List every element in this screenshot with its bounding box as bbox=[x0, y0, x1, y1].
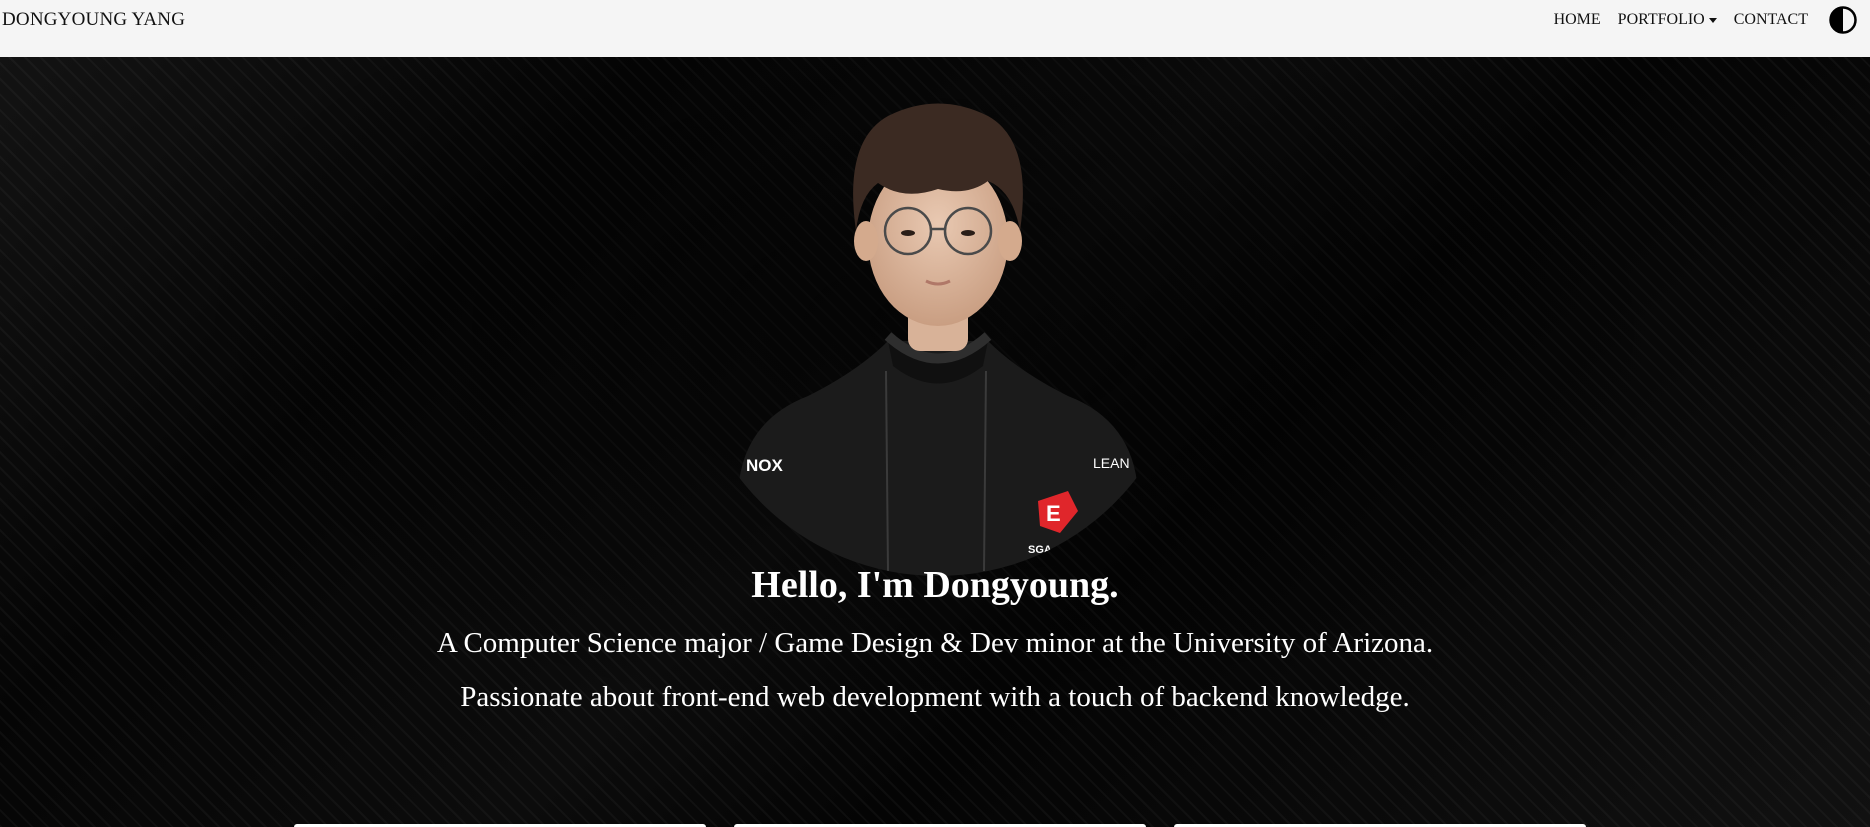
hero-tagline-2: Passionate about front-end web developme… bbox=[460, 681, 1410, 713]
contrast-icon[interactable] bbox=[1828, 5, 1858, 35]
nav-home-link[interactable]: HOME bbox=[1554, 11, 1601, 29]
nav-portfolio-label: PORTFOLIO bbox=[1617, 11, 1705, 28]
hero-greeting: Hello, I'm Dongyoung. bbox=[751, 564, 1119, 606]
nav-links: HOME PORTFOLIO CONTACT bbox=[1554, 0, 1870, 40]
portrait-sleeve-left: NOX bbox=[746, 456, 784, 475]
nav-portfolio-dropdown[interactable]: PORTFOLIO bbox=[1618, 11, 1717, 29]
portrait-logo-text: SGA eSPORTS bbox=[1028, 544, 1106, 556]
nav-contact-link[interactable]: CONTACT bbox=[1734, 11, 1808, 29]
svg-text:E: E bbox=[1046, 501, 1061, 526]
site-brand[interactable]: DONGYOUNG YANG bbox=[2, 9, 185, 31]
top-navbar: DONGYOUNG YANG HOME PORTFOLIO CONTACT bbox=[0, 0, 1870, 57]
portrait-sleeve-right: LEAN bbox=[1093, 455, 1130, 471]
caret-down-icon bbox=[1708, 18, 1717, 23]
profile-portrait: E SGA eSPORTS NOX LEAN bbox=[738, 103, 1138, 576]
hero-tagline-1: A Computer Science major / Game Design &… bbox=[436, 627, 1434, 659]
